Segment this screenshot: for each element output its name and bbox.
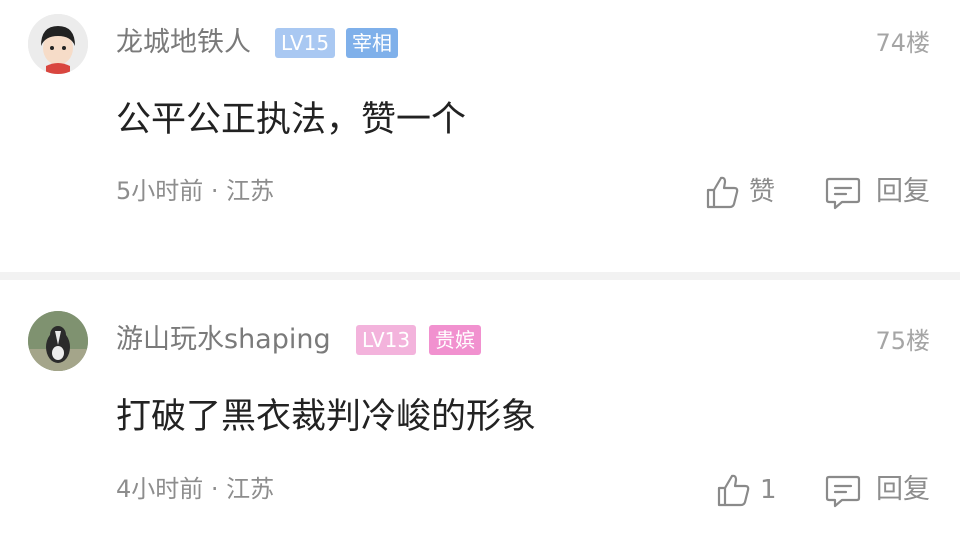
floor-number: 74楼 (875, 29, 930, 57)
thumbs-up-icon (706, 176, 739, 209)
comment-bubble-icon (825, 177, 861, 210)
reply-label: 回复 (876, 474, 930, 505)
cartoon-girl-avatar-icon (28, 14, 88, 74)
avatar[interactable] (28, 311, 88, 371)
reply-button[interactable]: 回复 (824, 172, 930, 212)
avatar[interactable] (28, 14, 88, 74)
level-badge: LV13 (356, 325, 417, 355)
comment-item: 游山玩水shaping LV13 贵嫔 75楼 打破了黑衣裁判冷峻的形象 4小时… (0, 280, 960, 541)
floor-number: 75楼 (875, 327, 930, 355)
comment-text: 公平公正执法，赞一个 (116, 100, 467, 140)
comment-text: 打破了黑衣裁判冷峻的形象 (116, 397, 537, 437)
username[interactable]: 龙城地铁人 (116, 25, 251, 61)
title-badge: 贵嫔 (429, 325, 481, 355)
like-label: 赞 (749, 177, 776, 207)
thumbs-up-icon (717, 474, 750, 507)
like-button[interactable]: 赞 (703, 172, 775, 212)
comment-bubble-icon (825, 475, 861, 508)
reply-button[interactable]: 回复 (824, 470, 930, 510)
dog-photo-avatar-icon (28, 311, 88, 371)
like-count: 1 (760, 475, 777, 505)
username[interactable]: 游山玩水shaping (116, 322, 331, 358)
title-badge: 宰相 (346, 28, 398, 58)
comment-meta: 4小时前 · 江苏 (116, 475, 275, 503)
comment-divider (0, 272, 960, 280)
comment-item: 龙城地铁人 LV15 宰相 74楼 公平公正执法，赞一个 5小时前 · 江苏 赞… (0, 0, 960, 272)
comment-meta: 5小时前 · 江苏 (116, 177, 275, 205)
reply-label: 回复 (876, 176, 930, 207)
level-badge: LV15 (275, 28, 336, 58)
like-button[interactable]: 1 (714, 470, 777, 510)
